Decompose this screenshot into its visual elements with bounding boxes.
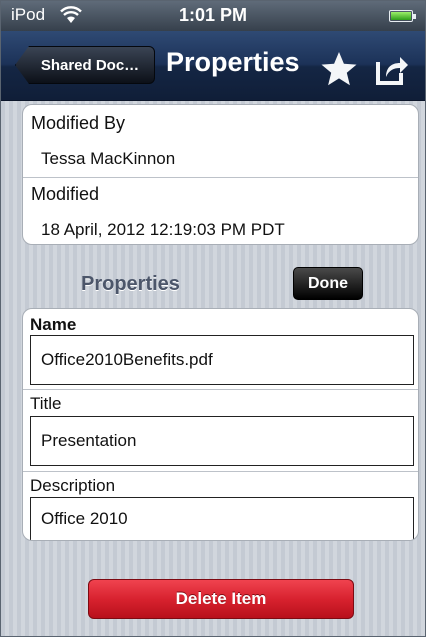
- modified-value: 18 April, 2012 12:19:03 PM PDT: [41, 220, 285, 239]
- section-title: Properties: [81, 273, 180, 295]
- name-field[interactable]: Office2010Benefits.pdf: [30, 335, 414, 385]
- status-time: 1:01 PM: [178, 5, 248, 25]
- done-button[interactable]: Done: [293, 267, 363, 300]
- modified-by-label: Modified By: [31, 113, 126, 133]
- modified-by-cell: Modified By Tessa MacKinnon: [23, 105, 418, 179]
- star-icon[interactable]: [320, 51, 358, 87]
- back-button[interactable]: Shared Doc…: [15, 46, 155, 84]
- modified-label: Modified: [31, 184, 100, 204]
- description-label: Description: [30, 476, 116, 495]
- properties-form: Name Office2010Benefits.pdf Title Presen…: [22, 308, 419, 541]
- navigation-bar: Shared Doc… Properties: [1, 31, 425, 101]
- info-group: Modified By Tessa MacKinnon Modified 18 …: [22, 104, 419, 245]
- name-label: Name: [30, 315, 77, 334]
- modified-cell: Modified 18 April, 2012 12:19:03 PM PDT: [23, 178, 418, 244]
- title-field[interactable]: Presentation: [30, 416, 414, 466]
- title-label: Title: [30, 394, 62, 413]
- delete-item-button[interactable]: Delete Item: [88, 579, 354, 619]
- status-bar: iPod 1:01 PM: [1, 1, 425, 31]
- modified-by-value: Tessa MacKinnon: [41, 149, 176, 168]
- description-field[interactable]: Office 2010: [30, 497, 414, 540]
- page-title: Properties: [166, 47, 300, 77]
- content-area: Modified By Tessa MacKinnon Modified 18 …: [1, 101, 425, 636]
- divider: [23, 389, 418, 390]
- phone-screen: iPod 1:01 PM Shared Doc… Properties Modi…: [0, 0, 426, 637]
- divider: [23, 471, 418, 472]
- battery-icon: [389, 10, 416, 22]
- share-icon[interactable]: [374, 51, 410, 87]
